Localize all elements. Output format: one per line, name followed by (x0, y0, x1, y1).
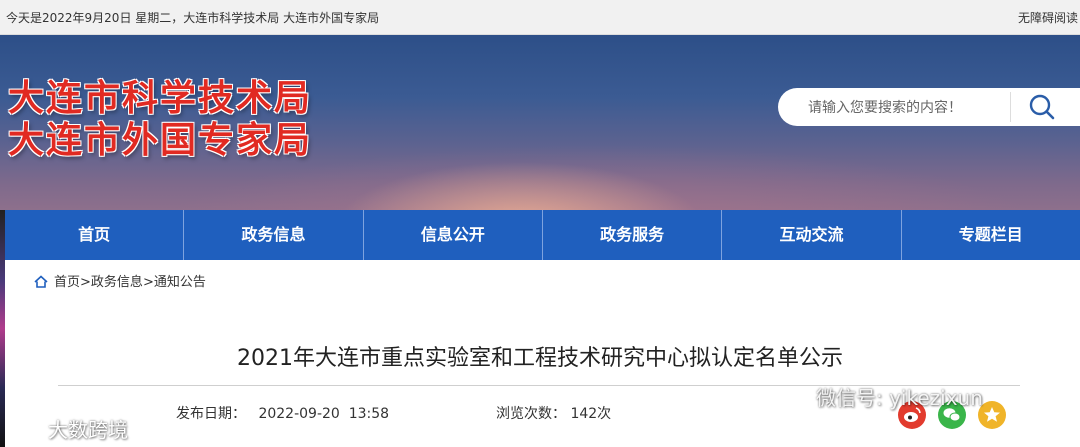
site-logo-text[interactable]: 大连市科学技术局 大连市外国专家局 (8, 77, 312, 161)
breadcrumb-notices[interactable]: 通知公告 (154, 275, 206, 290)
view-count-label: 浏览次数： (496, 406, 566, 422)
article-title: 2021年大连市重点实验室和工程技术研究中心拟认定名单公示 (237, 346, 843, 371)
search-box (778, 88, 1080, 126)
nav-item-government-info[interactable]: 政务信息 (184, 210, 364, 260)
publish-date: 发布日期： 2022-09-20 13:58 (176, 403, 389, 423)
nav-item-home[interactable]: 首页 (5, 210, 185, 260)
breadcrumb: 首页>政务信息>通知公告 (34, 271, 206, 290)
nav-item-special-topics[interactable]: 专题栏目 (902, 210, 1080, 260)
breadcrumb-separator: > (80, 275, 91, 290)
accessibility-link[interactable]: 无障碍阅读 (1018, 9, 1078, 26)
view-count-value: 142次 (570, 406, 612, 422)
publish-date-value: 2022-09-20 13:58 (258, 406, 390, 422)
breadcrumb-separator: > (142, 275, 154, 290)
logo-line-1: 大连市科学技术局 (8, 77, 313, 119)
watermark-right-text: 微信号: yikezixun (816, 386, 983, 410)
watermark-right: 微信号: yikezixun (782, 382, 983, 411)
nav-item-interaction[interactable]: 互动交流 (722, 210, 902, 260)
home-icon (34, 275, 48, 288)
top-info-bar: 今天是2022年9月20日 星期二，大连市科学技术局 大连市外国专家局 无障碍阅… (0, 0, 1080, 35)
chat-bubble-logo-icon (9, 421, 43, 442)
date-text: 今天是2022年9月20日 星期二，大连市科学技术局 大连市外国专家局 (6, 11, 380, 25)
watermark-left-text: 大数跨境 (48, 418, 128, 442)
search-icon (1029, 94, 1055, 120)
breadcrumb-home[interactable]: 首页 (54, 275, 80, 290)
header-banner: 大连市科学技术局 大连市外国专家局 (0, 35, 1080, 211)
breadcrumb-government-info[interactable]: 政务信息 (91, 275, 143, 290)
nav-item-government-services[interactable]: 政务服务 (543, 210, 723, 260)
main-nav: 首页 政务信息 信息公开 政务服务 互动交流 专题栏目 (5, 210, 1080, 260)
publish-date-label: 发布日期： (176, 406, 246, 422)
view-count: 浏览次数： 142次 (496, 403, 611, 423)
watermark-left: 大数跨境 (6, 414, 128, 443)
wechat-watermark-icon (784, 386, 813, 408)
nav-item-information-disclosure[interactable]: 信息公开 (364, 210, 543, 260)
logo-line-2: 大连市外国专家局 (8, 119, 313, 161)
search-divider (1010, 92, 1011, 122)
search-input[interactable] (806, 96, 1010, 120)
search-button[interactable] (1022, 92, 1062, 122)
